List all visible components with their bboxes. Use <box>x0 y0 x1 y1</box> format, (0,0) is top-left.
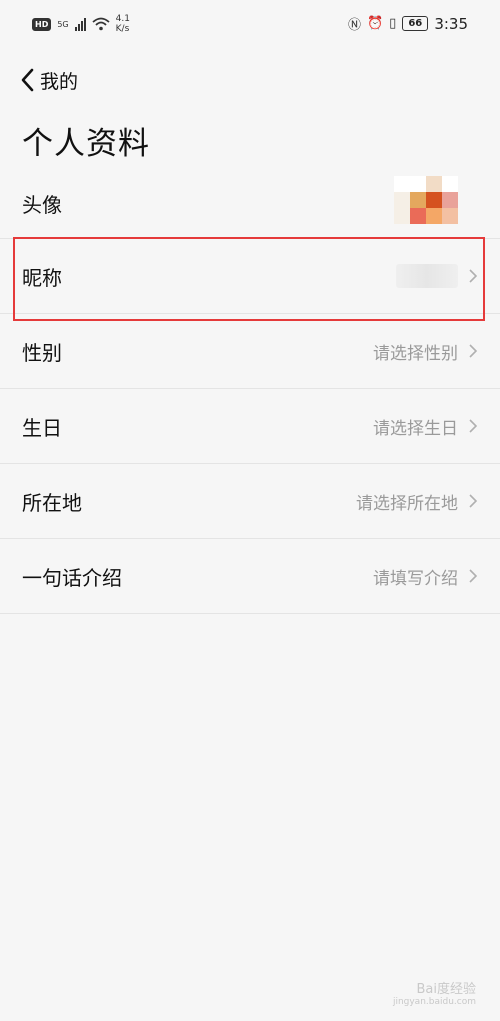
row-birthday[interactable]: 生日 请选择生日 <box>0 389 500 464</box>
chevron-right-icon <box>469 569 478 583</box>
row-label: 生日 <box>22 415 62 440</box>
chevron-right-icon <box>469 269 478 283</box>
row-gender[interactable]: 性别 请选择性别 <box>0 314 500 389</box>
vibrate-icon: ▯ <box>389 16 397 31</box>
status-bar: HD 5G 4.1 K/s Ⓝ ⏰ ▯ 66 3:35 <box>0 0 500 58</box>
profile-page: HD 5G 4.1 K/s Ⓝ ⏰ ▯ 66 3:35 我的 个人资料 头像 昵… <box>0 0 500 1021</box>
row-label: 性别 <box>22 340 62 365</box>
row-right <box>396 264 478 288</box>
row-label: 一句话介绍 <box>22 565 122 590</box>
page-title: 个人资料 <box>22 126 150 162</box>
status-right: Ⓝ ⏰ ▯ 66 3:35 <box>347 14 468 34</box>
network-label: 5G <box>57 19 69 29</box>
chevron-left-icon <box>21 68 34 92</box>
signal-icon <box>74 17 86 31</box>
clock-time: 3:35 <box>434 14 468 33</box>
back-label: 我的 <box>40 70 79 93</box>
row-value: 请选择性别 <box>373 343 458 364</box>
row-right: 请填写介绍 <box>373 564 478 589</box>
row-label: 所在地 <box>22 490 82 515</box>
hd-badge: HD <box>32 17 52 31</box>
watermark: Bai度经验 jingyan.baidu.com <box>393 978 476 1007</box>
row-label: 昵称 <box>22 265 62 290</box>
row-label: 头像 <box>22 192 62 217</box>
row-avatar[interactable]: 头像 <box>0 168 500 239</box>
row-nickname[interactable]: 昵称 <box>0 239 500 314</box>
row-value: 请选择所在地 <box>356 493 458 514</box>
speed-unit: K/s <box>115 24 130 34</box>
wifi-icon <box>92 17 110 31</box>
status-left: HD 5G 4.1 K/s <box>32 14 130 34</box>
battery-icon: 66 <box>402 16 429 31</box>
chevron-right-icon <box>469 494 478 508</box>
back-button[interactable]: 我的 <box>18 62 78 98</box>
row-value: 请填写介绍 <box>373 568 458 589</box>
nfc-icon: Ⓝ <box>347 18 361 33</box>
watermark-logo: Bai度经验 <box>416 982 477 997</box>
alarm-icon: ⏰ <box>366 16 384 31</box>
row-right: 请选择所在地 <box>356 489 478 514</box>
row-value: 请选择生日 <box>373 418 458 439</box>
nickname-value-blurred <box>396 264 458 288</box>
avatar[interactable] <box>394 176 458 228</box>
speed-value: 4.1 <box>115 14 130 24</box>
watermark-url: jingyan.baidu.com <box>392 997 476 1007</box>
chevron-right-icon <box>469 344 478 358</box>
row-right: 请选择生日 <box>373 414 478 439</box>
row-bio[interactable]: 一句话介绍 请填写介绍 <box>0 539 500 614</box>
chevron-right-icon <box>469 419 478 433</box>
row-right: 请选择性别 <box>373 339 478 364</box>
profile-list: 头像 昵称 性别 请选择性别 生日 请选择生日 所在地 请选择所在地 一句话介绍… <box>0 168 500 614</box>
network-speed: 4.1 K/s <box>116 14 130 34</box>
row-location[interactable]: 所在地 请选择所在地 <box>0 464 500 539</box>
